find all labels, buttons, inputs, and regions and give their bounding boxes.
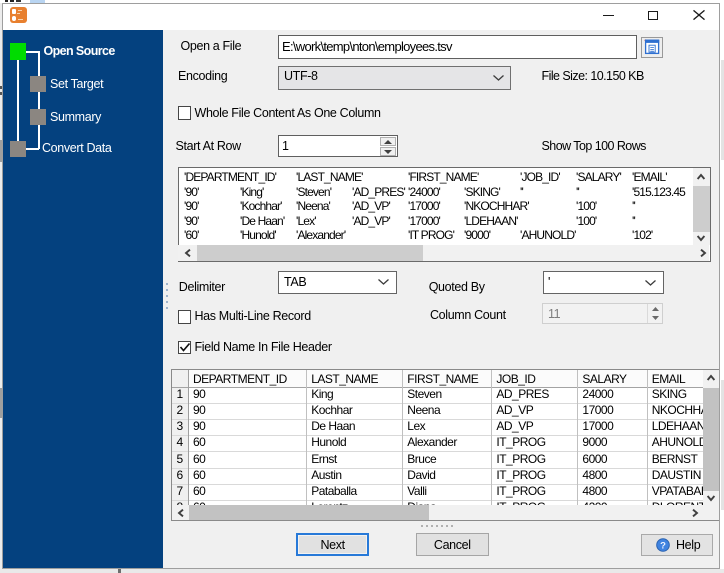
svg-text:?: ?: [660, 540, 666, 551]
